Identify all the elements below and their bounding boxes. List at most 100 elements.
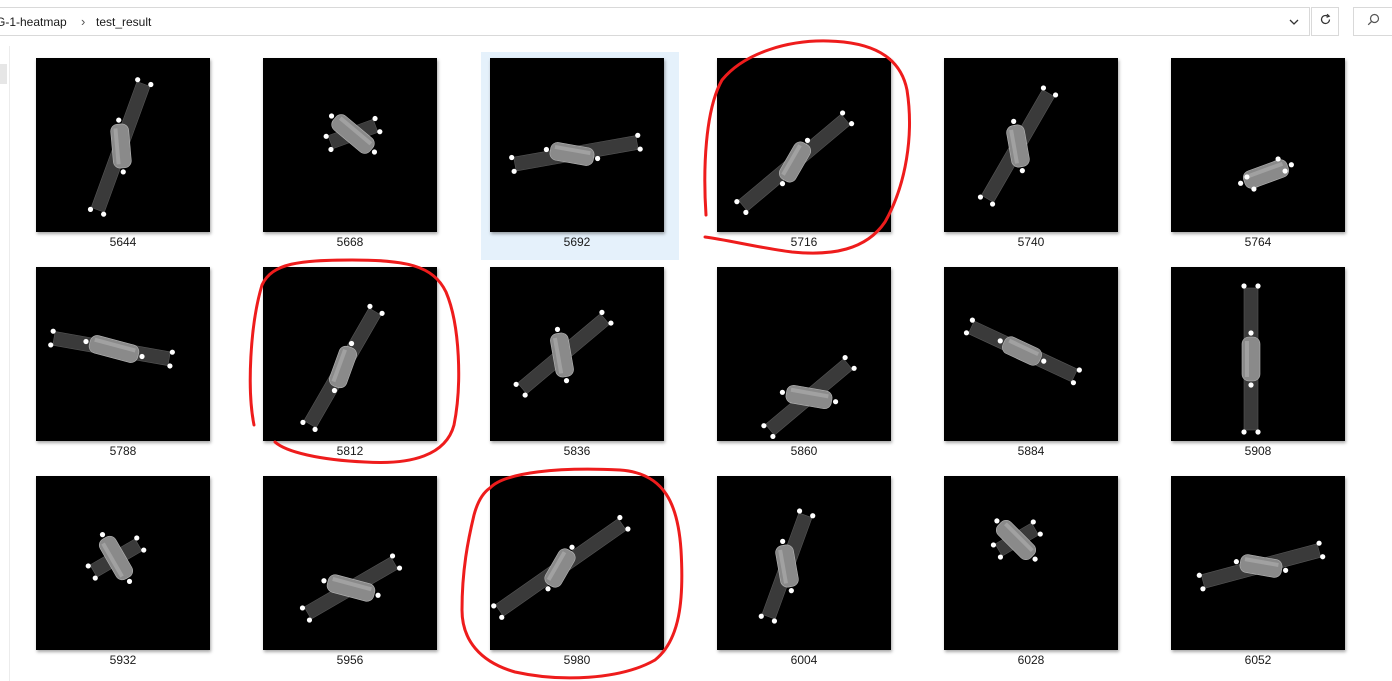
keypoint-marker xyxy=(779,389,786,395)
keypoint-marker xyxy=(371,149,378,155)
keypoint-marker xyxy=(312,426,318,432)
thumbnail-tile[interactable]: 6052 xyxy=(1162,470,1360,678)
thumbnail-tile-selected[interactable]: 5692 xyxy=(481,52,679,260)
satellite xyxy=(513,309,614,398)
thumbnail-tile[interactable]: 5836 xyxy=(481,261,679,469)
thumbnail-image xyxy=(490,267,664,441)
thumbnail-image xyxy=(1171,58,1345,232)
thumbnail-tile[interactable]: 6004 xyxy=(708,470,906,678)
keypoint-marker xyxy=(50,328,56,334)
file-name: 5908 xyxy=(1244,444,1272,458)
satellite-image xyxy=(87,77,154,217)
thumbnail-tile[interactable]: 5740 xyxy=(935,52,1133,260)
thumbnail-image xyxy=(944,267,1118,441)
file-name: 5692 xyxy=(563,235,591,249)
keypoint-marker xyxy=(851,365,857,371)
satellite xyxy=(491,514,631,620)
keypoint-marker xyxy=(563,378,570,384)
thumbnail-tile[interactable]: 5812 xyxy=(254,261,452,469)
thumbnail-image xyxy=(717,267,891,441)
satellite xyxy=(1241,283,1261,435)
satellite-image xyxy=(300,303,385,432)
thumbnail-tile[interactable]: 5860 xyxy=(708,261,906,469)
keypoint-marker xyxy=(1288,162,1294,168)
satellite-image xyxy=(758,508,816,624)
keypoint-marker xyxy=(545,586,551,592)
keypoint-marker xyxy=(617,514,623,521)
keypoint-marker xyxy=(1076,367,1082,373)
thumbnail-image xyxy=(36,267,210,441)
file-name: 6052 xyxy=(1244,653,1272,667)
thumbnail-tile[interactable]: 5716 xyxy=(708,52,906,260)
keypoint-marker xyxy=(595,155,601,162)
satellite-image xyxy=(491,514,631,620)
satellite xyxy=(977,85,1059,207)
keypoint-marker xyxy=(969,317,975,323)
keypoint-marker xyxy=(1032,556,1038,562)
keypoint-marker xyxy=(554,326,561,332)
file-name: 5956 xyxy=(336,653,364,667)
thumbnail-tile[interactable]: 5956 xyxy=(254,470,452,678)
keypoint-marker xyxy=(635,132,641,138)
thumbnail-image xyxy=(717,476,891,650)
keypoint-marker xyxy=(377,129,383,135)
thumbnail-image xyxy=(263,476,437,650)
thumbnail-image xyxy=(36,58,210,232)
satellite xyxy=(323,113,383,155)
keypoint-marker xyxy=(1233,559,1239,565)
keypoint-marker xyxy=(169,349,175,355)
file-name: 5788 xyxy=(109,444,137,458)
satellite-body xyxy=(778,141,812,183)
satellite xyxy=(990,518,1043,562)
thumbnail-image xyxy=(263,58,437,232)
thumbnail-tile[interactable]: 5644 xyxy=(27,52,225,260)
thumbnail-tile[interactable]: 5788 xyxy=(27,261,225,469)
keypoint-marker xyxy=(167,363,173,369)
keypoint-marker xyxy=(1238,180,1244,186)
keypoint-marker xyxy=(134,535,140,541)
keypoint-marker xyxy=(1070,380,1077,386)
thumbnail-tile[interactable]: 5980 xyxy=(481,470,679,678)
thumbnail-tile[interactable]: 5764 xyxy=(1162,52,1360,260)
keypoint-marker xyxy=(1255,283,1261,289)
keypoint-marker xyxy=(321,578,327,584)
satellite-image xyxy=(990,518,1043,562)
file-name: 6004 xyxy=(790,653,818,667)
thumbnail-tile[interactable]: 5884 xyxy=(935,261,1133,469)
satellite-body xyxy=(1241,336,1261,382)
file-name: 5884 xyxy=(1017,444,1045,458)
keypoint-marker xyxy=(85,563,91,569)
keypoint-marker xyxy=(300,419,306,425)
keypoint-marker xyxy=(513,381,519,387)
keypoint-marker xyxy=(832,399,839,405)
keypoint-marker xyxy=(1241,283,1247,289)
keypoint-marker xyxy=(997,554,1004,560)
keypoint-marker xyxy=(328,146,334,153)
keypoint-marker xyxy=(511,168,517,174)
keypoint-marker xyxy=(1320,554,1326,560)
keypoint-marker xyxy=(543,146,549,153)
keypoint-marker xyxy=(499,614,505,620)
satellite xyxy=(299,553,403,623)
thumbnail-image xyxy=(263,267,437,441)
thumbnail-tile[interactable]: 5932 xyxy=(27,470,225,678)
keypoint-marker xyxy=(637,146,643,152)
thumbnail-image xyxy=(944,476,1118,650)
keypoint-marker xyxy=(1052,92,1059,98)
thumbnail-tile[interactable]: 6028 xyxy=(935,470,1133,678)
keypoint-marker xyxy=(509,154,515,161)
keypoint-marker xyxy=(1241,429,1247,435)
keypoint-marker xyxy=(396,565,403,571)
keypoint-marker xyxy=(1037,531,1043,537)
thumbnail-image xyxy=(490,476,664,650)
thumbnail-tile[interactable]: 5908 xyxy=(1162,261,1360,469)
thumbnail-image xyxy=(1171,267,1345,441)
keypoint-marker xyxy=(1040,85,1047,91)
thumbnail-tile[interactable]: 5668 xyxy=(254,52,452,260)
thumbnail-image xyxy=(944,58,1118,232)
file-name: 5764 xyxy=(1244,235,1272,249)
keypoint-marker xyxy=(625,526,631,532)
keypoint-marker xyxy=(842,354,848,361)
file-name: 6028 xyxy=(1017,653,1045,667)
keypoint-marker xyxy=(120,169,126,175)
